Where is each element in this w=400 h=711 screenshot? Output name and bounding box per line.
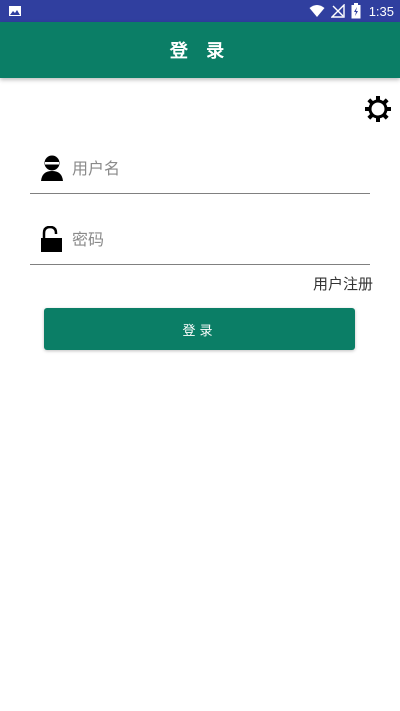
page-title: 登 录 <box>169 41 231 62</box>
status-icons: 1:35 <box>309 0 394 22</box>
login-button[interactable]: 登录 <box>44 308 355 350</box>
signal-off-icon <box>330 4 345 18</box>
status-bar: 1:35 <box>0 0 400 22</box>
password-field <box>30 214 370 265</box>
battery-charging-icon <box>351 3 361 19</box>
wifi-icon <box>309 5 325 17</box>
username-field <box>30 143 370 194</box>
lock-open-icon <box>41 226 62 252</box>
image-icon <box>9 6 21 16</box>
status-time: 1:35 <box>368 3 394 19</box>
password-input[interactable] <box>72 222 362 256</box>
gear-icon[interactable] <box>364 95 392 123</box>
app-bar: 登 录 <box>0 22 400 78</box>
username-input[interactable] <box>72 151 362 185</box>
user-icon <box>41 155 63 181</box>
register-link[interactable]: 用户注册 <box>313 273 373 294</box>
